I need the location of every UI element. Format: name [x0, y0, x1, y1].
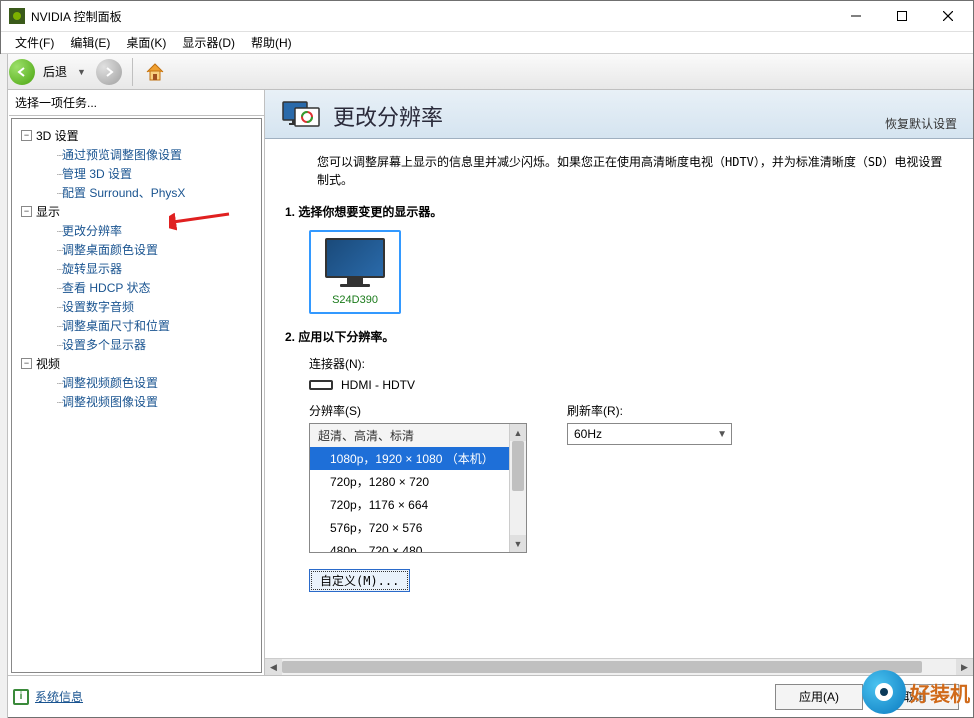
minimize-button[interactable]	[833, 1, 879, 31]
back-label: 后退	[43, 63, 67, 80]
back-dropdown-icon[interactable]: ▼	[77, 67, 86, 77]
tree-hdcp-status[interactable]: 查看 HDCP 状态	[62, 281, 150, 295]
resolution-listbox[interactable]: 超清、高清、标清 1080p，1920 × 1080 （本机） 720p，128…	[309, 423, 527, 553]
connector-value: HDMI - HDTV	[341, 378, 415, 392]
scroll-thumb[interactable]	[512, 441, 524, 491]
monitor-label: S24D390	[325, 294, 385, 306]
tree-cat-3d[interactable]: 3D 设置	[36, 127, 79, 144]
menu-file[interactable]: 文件(F)	[7, 32, 62, 53]
tree-multi-display[interactable]: 设置多个显示器	[62, 338, 146, 352]
tree-rotate-display[interactable]: 旋转显示器	[62, 262, 122, 276]
nvidia-icon	[9, 8, 25, 24]
menubar: 文件(F) 编辑(E) 桌面(K) 显示器(D) 帮助(H)	[1, 32, 973, 54]
cancel-button[interactable]: 取消	[871, 684, 959, 710]
menu-display[interactable]: 显示器(D)	[174, 32, 243, 53]
resolution-option-720p-1176[interactable]: 720p，1176 × 664	[310, 493, 526, 516]
tree-adjust-color[interactable]: 调整桌面颜色设置	[62, 243, 158, 257]
resolution-option-480p[interactable]: 480p，720 × 480	[310, 539, 526, 553]
page-title: 更改分辨率	[333, 100, 443, 132]
chevron-down-icon: ▼	[717, 429, 727, 440]
step2-title: 2. 应用以下分辨率。	[285, 328, 953, 345]
close-button[interactable]	[925, 1, 971, 31]
left-dock-sliver	[1, 90, 8, 675]
tree-video-image[interactable]: 调整视频图像设置	[62, 395, 158, 409]
monitor-icon	[325, 238, 385, 288]
refresh-rate-dropdown[interactable]: 60Hz ▼	[567, 423, 732, 445]
statusbar: i 系统信息 应用(A) 取消	[1, 675, 973, 717]
menu-desktop[interactable]: 桌面(K)	[118, 32, 174, 53]
custom-resolution-button[interactable]: 自定义(M)...	[309, 569, 410, 592]
task-tree[interactable]: −3D 设置 ┈通过预览调整图像设置 ┈管理 3D 设置 ┈配置 Surroun…	[14, 121, 259, 416]
system-info-link[interactable]: 系统信息	[35, 688, 83, 705]
content-pane: 更改分辨率 恢复默认设置 您可以调整屏幕上显示的信息里并减少闪烁。如果您正在使用…	[265, 90, 973, 675]
tree-3d-preview[interactable]: 通过预览调整图像设置	[62, 148, 182, 162]
tree-video-color[interactable]: 调整视频颜色设置	[62, 376, 158, 390]
step1-title: 1. 选择你想要变更的显示器。	[285, 203, 953, 220]
toolbar-separator	[132, 58, 133, 86]
scroll-left-icon[interactable]: ◀	[265, 659, 282, 675]
tree-cat-video[interactable]: 视频	[36, 355, 60, 372]
scroll-thumb[interactable]	[282, 661, 922, 673]
info-icon: i	[13, 689, 29, 705]
tree-3d-manage[interactable]: 管理 3D 设置	[62, 167, 132, 181]
tree-desktop-size[interactable]: 调整桌面尺寸和位置	[62, 319, 170, 333]
toolbar: 后退 ▼	[1, 54, 973, 90]
monitor-selector[interactable]: S24D390	[309, 230, 401, 314]
maximize-button[interactable]	[879, 1, 925, 31]
monitor-header-icon	[281, 100, 321, 132]
resolution-label: 分辨率(S)	[309, 402, 527, 419]
refresh-label: 刷新率(R):	[567, 402, 732, 419]
forward-button[interactable]	[96, 59, 122, 85]
collapse-icon[interactable]: −	[21, 358, 32, 369]
collapse-icon[interactable]: −	[21, 130, 32, 141]
refresh-rate-value: 60Hz	[574, 427, 602, 441]
resolution-option-1080p[interactable]: 1080p，1920 × 1080 （本机）	[310, 447, 526, 470]
collapse-icon[interactable]: −	[21, 206, 32, 217]
sidebar-title: 选择一项任务...	[9, 90, 264, 116]
page-header: 更改分辨率 恢复默认设置	[265, 90, 973, 139]
resolution-option-576p[interactable]: 576p，720 × 576	[310, 516, 526, 539]
tree-change-resolution[interactable]: 更改分辨率	[62, 224, 122, 238]
scroll-right-icon[interactable]: ▶	[956, 659, 973, 675]
resolution-option-720p-1280[interactable]: 720p，1280 × 720	[310, 470, 526, 493]
titlebar: NVIDIA 控制面板	[1, 1, 973, 32]
scroll-up-icon[interactable]: ▲	[510, 424, 526, 441]
window-title: NVIDIA 控制面板	[31, 8, 833, 25]
hdmi-icon	[309, 380, 333, 390]
back-button[interactable]	[9, 59, 35, 85]
connector-label: 连接器(N):	[309, 355, 953, 372]
tree-cat-display[interactable]: 显示	[36, 203, 60, 220]
page-description: 您可以调整屏幕上显示的信息里并减少闪烁。如果您正在使用高清晰度电视（HDTV），…	[265, 139, 973, 203]
home-button[interactable]	[143, 60, 167, 84]
menu-edit[interactable]: 编辑(E)	[62, 32, 118, 53]
apply-button[interactable]: 应用(A)	[775, 684, 863, 710]
listbox-group-hd: 超清、高清、标清	[310, 424, 526, 447]
scroll-down-icon[interactable]: ▼	[510, 535, 526, 552]
tree-digital-audio[interactable]: 设置数字音频	[62, 300, 134, 314]
horizontal-scrollbar[interactable]: ◀ ▶	[265, 658, 973, 675]
menu-help[interactable]: 帮助(H)	[243, 32, 300, 53]
restore-defaults-link[interactable]: 恢复默认设置	[885, 115, 957, 132]
listbox-scrollbar[interactable]: ▲ ▼	[509, 424, 526, 552]
tree-3d-surround[interactable]: 配置 Surround、PhysX	[62, 186, 185, 200]
